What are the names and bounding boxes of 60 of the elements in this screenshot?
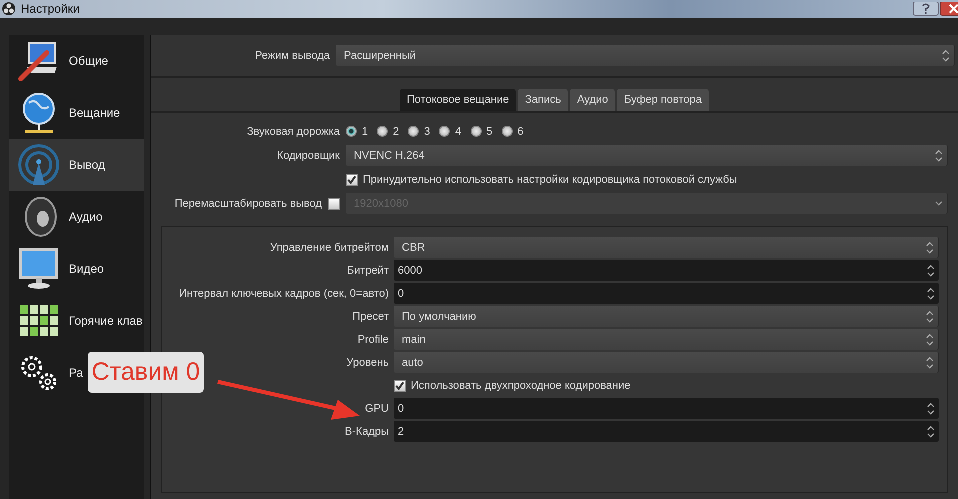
tab[interactable]: Потоковое вещание: [400, 89, 516, 111]
field-label: Управление битрейтом: [270, 240, 389, 256]
radio-option[interactable]: 4: [439, 126, 462, 138]
sidebar-item[interactable]: Вещание: [9, 87, 144, 139]
help-icon[interactable]: [913, 2, 939, 16]
checkbox-label: Использовать двухпроходное кодирование: [411, 380, 631, 392]
spin-arrows-icon[interactable]: [926, 286, 936, 300]
field-label: Profile: [358, 332, 389, 348]
sidebar-item[interactable]: Общие: [9, 35, 144, 87]
spin-arrows-icon[interactable]: [925, 356, 935, 370]
radio-option[interactable]: 2: [377, 126, 400, 138]
antenna-icon: [17, 143, 61, 187]
number-input[interactable]: 6000: [394, 260, 939, 281]
tab[interactable]: Аудио: [570, 89, 616, 111]
field-label: Уровень: [346, 356, 389, 370]
field-label: Интервал ключевых кадров (сек, 0=авто): [179, 286, 389, 302]
spin-arrows-icon[interactable]: [925, 310, 935, 324]
monitor-icon: [17, 247, 61, 291]
spin-arrows-icon[interactable]: [926, 402, 936, 416]
sidebar-item[interactable]: Видео: [9, 243, 144, 295]
field-label: Пресет: [352, 310, 389, 324]
dropdown[interactable]: auto: [394, 352, 939, 373]
encoder-dropdown[interactable]: NVENC H.264: [346, 145, 948, 166]
spin-arrows-icon[interactable]: [934, 148, 944, 162]
radio-option[interactable]: 3: [408, 126, 430, 138]
field-label: Звуковая дорожка: [247, 124, 340, 140]
field-label: Битрейт: [347, 264, 389, 278]
spin-arrows-icon[interactable]: [941, 48, 951, 62]
radio-option[interactable]: 5: [470, 126, 493, 138]
sidebar-item[interactable]: Горячие клав: [9, 295, 144, 347]
dropdown[interactable]: main: [394, 329, 939, 350]
field-label: GPU: [365, 402, 389, 416]
checkbox-label: Принудительно использовать настройки кодировщика потоковой службы: [363, 174, 738, 186]
radio-option[interactable]: 6: [502, 126, 524, 138]
number-input[interactable]: 0: [394, 283, 939, 304]
tab[interactable]: Запись: [518, 89, 568, 111]
dropdown[interactable]: По умолчанию: [394, 306, 939, 327]
sidebar-item[interactable]: Аудио: [9, 191, 144, 243]
sidebar-item[interactable]: Вывод: [9, 139, 144, 191]
tab[interactable]: Буфер повтора: [617, 89, 709, 111]
spin-arrows-icon[interactable]: [925, 240, 935, 254]
radio-option[interactable]: 1: [346, 126, 368, 138]
chevron-down-icon[interactable]: [934, 200, 944, 208]
field-label: B-Кадры: [345, 424, 389, 440]
dropdown[interactable]: CBR: [394, 237, 939, 258]
spin-arrows-icon[interactable]: [926, 264, 936, 278]
number-input[interactable]: 2: [394, 421, 939, 442]
output-mode-dropdown[interactable]: Расширенный: [336, 45, 955, 66]
number-input[interactable]: 0: [394, 398, 939, 419]
checkbox[interactable]: [328, 198, 340, 210]
spin-arrows-icon[interactable]: [926, 424, 936, 438]
annotation-tooltip: Ставим 0: [88, 352, 204, 393]
spin-arrows-icon[interactable]: [925, 332, 935, 346]
checkbox[interactable]: [346, 174, 358, 186]
checkbox[interactable]: [394, 380, 406, 392]
field-label: Перемасштабировать вывод: [174, 198, 322, 210]
field-label: Режим вывода: [254, 50, 330, 62]
app-logo-icon: [2, 2, 16, 16]
field-label: Кодировщик: [277, 148, 340, 164]
window-title: Настройки: [21, 2, 80, 16]
